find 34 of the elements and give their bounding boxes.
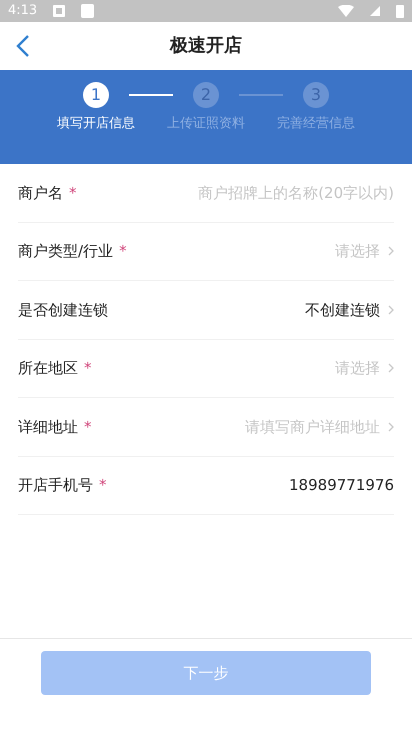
chevron-right-icon (388, 246, 394, 256)
step-connector (129, 94, 173, 96)
chevron-right-icon (388, 304, 394, 315)
required-mark: * (84, 358, 92, 379)
signal-icon (370, 6, 380, 16)
field-label: 所在地区 (18, 358, 78, 379)
select-value[interactable]: 不创建连锁 (305, 298, 380, 321)
input-field[interactable]: 18989771976 (114, 474, 394, 496)
select-value[interactable]: 请选择 (335, 357, 380, 380)
field-label: 商户类型/行业 (18, 241, 114, 262)
required-mark: * (69, 182, 76, 204)
page-title: 极速开店 (170, 35, 242, 57)
select-value[interactable]: 请填写商户详细地址 (245, 416, 380, 438)
chevron-right-icon (388, 422, 394, 432)
required-mark: * (84, 416, 92, 438)
required-mark: * (99, 475, 106, 496)
step-connector (239, 94, 283, 96)
step-label: 填写开店信息 (57, 115, 135, 133)
status-time: 4:13 (8, 2, 38, 20)
field-label: 是否创建连锁 (18, 300, 108, 320)
field-label: 商户名 (18, 182, 63, 204)
step-label: 完善经营信息 (277, 115, 355, 133)
field-label: 开店手机号 (18, 475, 93, 496)
battery-icon (396, 4, 404, 18)
field-label: 详细地址 (18, 416, 78, 438)
chevron-right-icon (388, 363, 394, 374)
select-value[interactable]: 请选择 (335, 240, 380, 262)
step-number: 1 (83, 82, 109, 108)
required-mark: * (119, 241, 127, 262)
notification-icon (53, 5, 66, 17)
input-field[interactable]: 商户招牌上的名称(20字以内) (84, 182, 394, 204)
notification-icon (81, 4, 94, 18)
step-label: 上传证照资料 (167, 115, 245, 133)
wifi-icon (338, 5, 354, 17)
